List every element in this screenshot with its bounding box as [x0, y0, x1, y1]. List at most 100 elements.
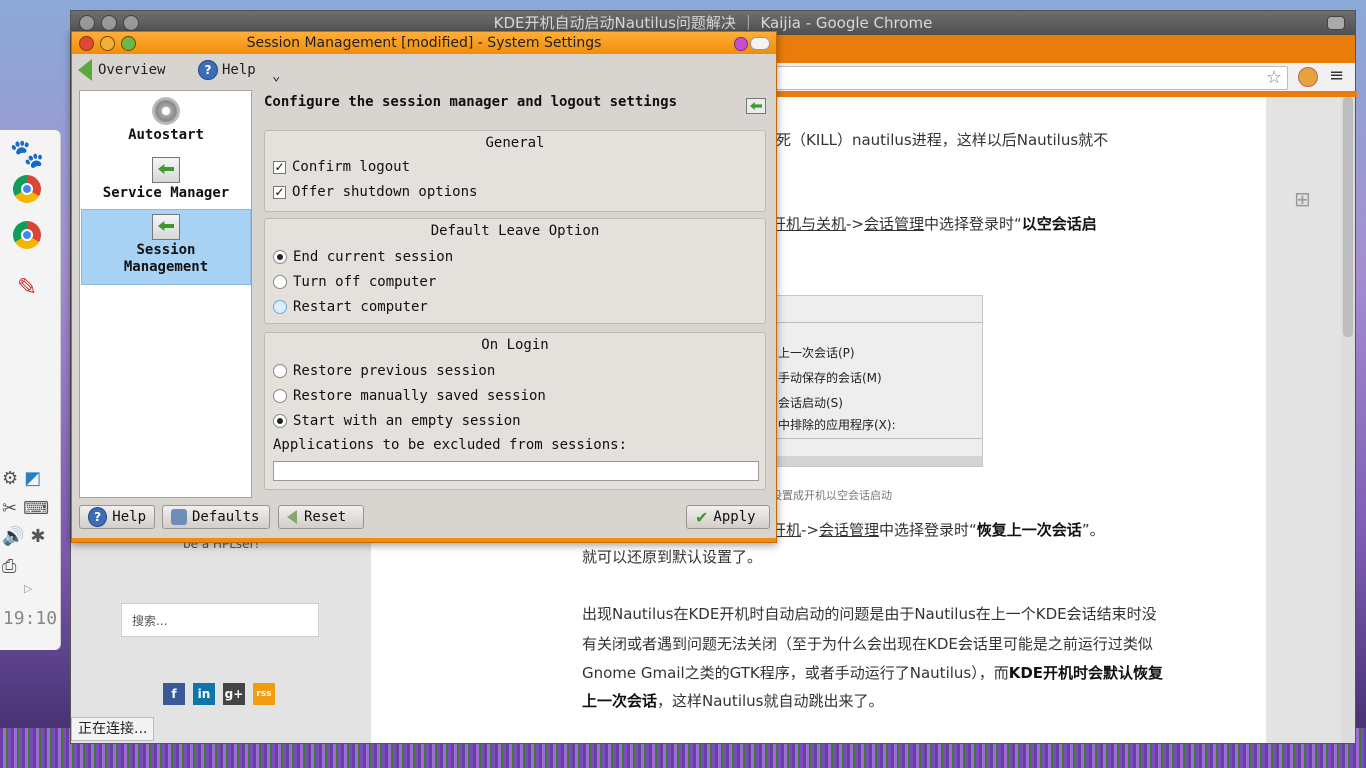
chrome-menu-icon[interactable]: ≡	[1329, 65, 1344, 86]
defaults-button[interactable]: Defaults	[162, 505, 270, 529]
on-login-group: On Login Restore previous session Restor…	[264, 332, 766, 490]
sidebar-item-session-management[interactable]: Session Management	[81, 209, 251, 285]
sidebar-item-service-manager[interactable]: Service Manager	[81, 153, 251, 211]
chrome-window-title: KDE开机自动启动Nautilus问题解决 ｜ Kaijia - Google …	[493, 14, 933, 32]
sidebar-item-label: Session Management	[123, 242, 209, 275]
extension-globe-icon[interactable]	[1298, 67, 1318, 87]
article-paragraph-3: 开机->会话管理中选择登录时“恢复上一次会话”。	[771, 515, 1105, 545]
checkbox-label: Confirm logout	[292, 159, 411, 175]
button-label: Apply	[713, 509, 756, 525]
radio-label: End current session	[293, 249, 454, 265]
tray-row-4: ⎙	[2, 556, 58, 577]
printer-icon[interactable]: ⎙	[2, 556, 16, 577]
article-paragraph-5-line-2: 有关闭或者遇到问题无法关闭（至于为什么会出现在KDE会话里可能是之前运行过类似	[582, 635, 1153, 653]
chrome-minimize-button[interactable]	[101, 15, 117, 31]
gears-icon	[152, 97, 180, 125]
shot-bottom	[772, 456, 982, 466]
scrollbar-thumb[interactable]	[1343, 97, 1353, 337]
dialog-bottom-border	[72, 538, 776, 542]
checkbox-label: Offer shutdown options	[292, 184, 478, 200]
end-session-radio[interactable]: End current session	[273, 249, 453, 265]
radio-label: Start with an empty session	[293, 413, 521, 429]
shot-divider	[772, 322, 982, 323]
address-bar[interactable]	[776, 66, 1288, 90]
article-screenshot: 上一次会话(P) 手动保存的会话(M) 会话启动(S) 中排除的应用程序(X):	[771, 295, 983, 467]
sidebar-item-autostart[interactable]: Autostart	[81, 93, 251, 151]
bluetooth-icon[interactable]: ✱	[30, 526, 45, 547]
chrome-window-controls	[79, 15, 139, 31]
dialog-close-button[interactable]	[79, 36, 94, 51]
button-label: Help	[112, 509, 146, 525]
sidebar-item-label: Service Manager	[102, 185, 230, 201]
toolbar-more-button[interactable]: ⌄	[272, 64, 280, 88]
module-list: Autostart Service Manager Session Manage…	[79, 90, 252, 498]
tray-row-2: ✂ ⌨	[2, 498, 58, 519]
linkedin-icon[interactable]: in	[193, 683, 215, 705]
page-scrollbar[interactable]	[1341, 97, 1355, 743]
bookmark-star-icon[interactable]: ☆	[1266, 67, 1282, 88]
page-right-margin: ⊞	[1266, 97, 1341, 743]
facebook-icon[interactable]: f	[163, 683, 185, 705]
settings-gear-icon[interactable]: ⚙	[2, 468, 18, 489]
dialog-window-controls	[79, 36, 136, 51]
reset-button[interactable]: Reset	[278, 505, 364, 529]
apply-button[interactable]: ✔ Apply	[686, 505, 770, 529]
restart-radio[interactable]: Restart computer	[273, 299, 428, 315]
dialog-title: Session Management [modified] - System S…	[246, 35, 602, 51]
link-power[interactable]: 开机与关机	[771, 215, 846, 233]
link-session-2[interactable]: 会话管理	[819, 521, 879, 539]
page-title: Configure the session manager and logout…	[264, 94, 678, 110]
gnome-foot-icon[interactable]: 🐾	[10, 136, 45, 170]
radio-label: Restart computer	[293, 299, 428, 315]
scissors-icon[interactable]: ✂	[2, 498, 17, 519]
chrome-launcher-icon[interactable]	[10, 172, 44, 206]
arrow-text: ->	[846, 215, 864, 233]
keyboard-icon[interactable]: ⌨	[23, 498, 49, 519]
exclude-apps-input[interactable]	[273, 461, 759, 481]
bold-segment: 上一次会话	[582, 692, 658, 710]
toolbar-help-button[interactable]: ? Help	[198, 58, 256, 82]
shot-line: 中排除的应用程序(X):	[778, 418, 896, 432]
keep-above-button[interactable]	[734, 37, 748, 51]
network-icon[interactable]: ◩	[24, 468, 41, 489]
bold-segment: 以空会话启	[1021, 215, 1097, 233]
default-leave-group: Default Leave Option End current session…	[264, 218, 766, 324]
restore-previous-radio[interactable]: Restore previous session	[273, 363, 495, 379]
confirm-logout-checkbox[interactable]: ✓ Confirm logout	[273, 159, 410, 175]
dialog-maximize-button[interactable]	[121, 36, 136, 51]
volume-icon[interactable]: 🔊	[2, 526, 24, 547]
empty-session-radio[interactable]: Start with an empty session	[273, 413, 521, 429]
shot-line: 会话启动(S)	[778, 396, 843, 410]
help-button[interactable]: ? Help	[79, 505, 155, 529]
site-search-input[interactable]: 搜索...	[121, 603, 319, 637]
help-icon: ?	[88, 507, 108, 527]
chrome-restore-button[interactable]	[1327, 16, 1345, 30]
overview-button[interactable]: Overview	[78, 58, 165, 82]
dialog-titlebar: Session Management [modified] - System S…	[72, 32, 776, 54]
screenshot-caption: 设置成开机以空会话启动	[771, 489, 892, 502]
help-label: Help	[222, 62, 256, 78]
turn-off-radio[interactable]: Turn off computer	[273, 274, 436, 290]
chrome-launcher-icon-2[interactable]	[10, 218, 44, 252]
chrome-maximize-button[interactable]	[123, 15, 139, 31]
radio-icon	[273, 389, 287, 403]
dialog-minimize-button[interactable]	[100, 36, 115, 51]
back-arrow-icon	[78, 59, 92, 81]
restore-manual-radio[interactable]: Restore manually saved session	[273, 388, 546, 404]
button-label: Defaults	[192, 509, 260, 525]
link-session[interactable]: 会话管理	[864, 215, 924, 233]
group-title: General	[485, 135, 545, 151]
dialog-toolbar: Overview ? Help ⌄	[72, 54, 776, 88]
dialog-button-bar: ? Help Defaults Reset ✔ Apply	[72, 502, 776, 536]
system-settings-icon[interactable]: ✎	[10, 270, 44, 304]
rss-icon[interactable]: rss	[253, 683, 275, 705]
chrome-close-button[interactable]	[79, 15, 95, 31]
googleplus-icon[interactable]: g+	[223, 683, 245, 705]
text-segment: ，这样Nautilus就自动跳出来了。	[657, 692, 884, 710]
help-icon: ?	[198, 60, 218, 80]
session-management-icon	[152, 214, 180, 240]
shade-button[interactable]	[750, 37, 770, 50]
offer-shutdown-checkbox[interactable]: ✓ Offer shutdown options	[273, 184, 477, 200]
system-settings-dialog: Session Management [modified] - System S…	[71, 31, 777, 543]
text-segment: ”。	[1081, 521, 1105, 539]
